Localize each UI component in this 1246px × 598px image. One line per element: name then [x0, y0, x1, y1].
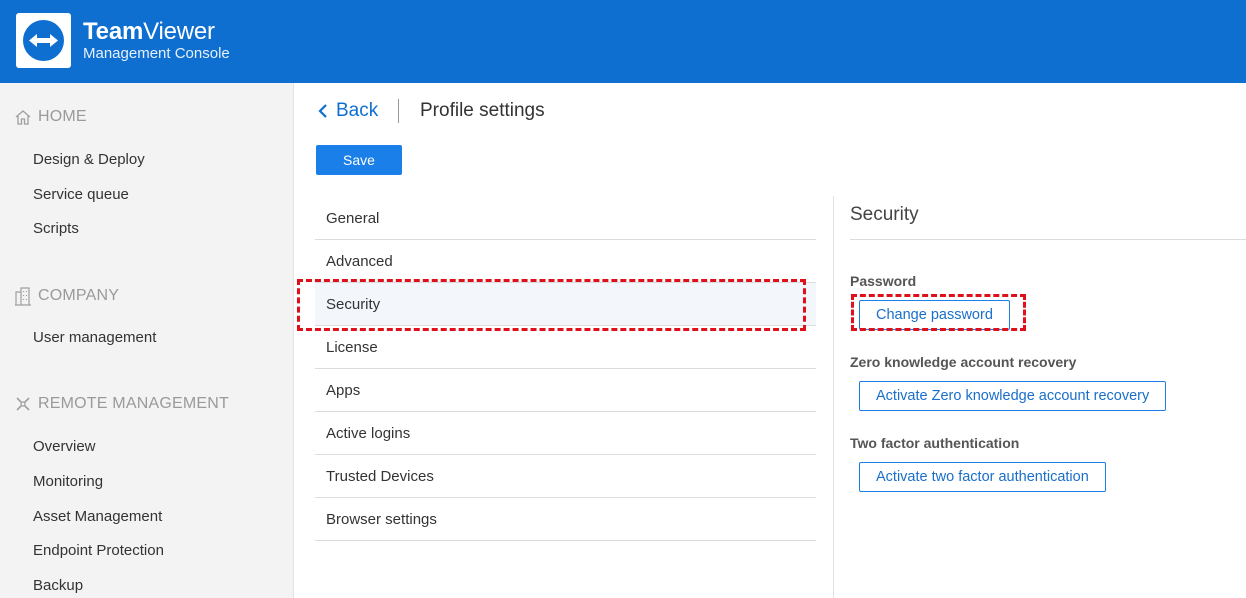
brand-text: TeamViewer Management Console: [83, 18, 230, 62]
brand-name-bold: Team: [83, 18, 144, 45]
change-password-button[interactable]: Change password: [859, 300, 1010, 330]
sidebar-item-backup[interactable]: Backup: [33, 577, 83, 594]
sidebar-section-label: REMOTE MANAGEMENT: [38, 395, 229, 412]
back-label: Back: [336, 100, 379, 121]
sidebar-section-company[interactable]: COMPANY: [14, 286, 119, 306]
page-title: Profile settings: [420, 100, 545, 121]
brand-name-rest: Viewer: [143, 18, 215, 45]
password-label: Password: [850, 273, 917, 289]
security-title-underline: [850, 239, 1246, 240]
zero-knowledge-label: Zero knowledge account recovery: [850, 354, 1077, 370]
teamviewer-logo-icon: [23, 20, 64, 61]
main-content: Back Profile settings Save General Advan…: [294, 83, 1246, 598]
sidebar-item-asset-management[interactable]: Asset Management: [33, 508, 162, 525]
menu-item-security[interactable]: Security: [315, 283, 816, 326]
menu-item-general[interactable]: General: [315, 197, 816, 240]
teamviewer-logo[interactable]: [16, 13, 71, 68]
sidebar-item-service-queue[interactable]: Service queue: [33, 186, 129, 203]
sidebar-item-scripts[interactable]: Scripts: [33, 220, 79, 237]
brand-subtitle: Management Console: [83, 45, 230, 62]
sidebar-item-user-management[interactable]: User management: [33, 329, 156, 346]
building-icon: [15, 287, 31, 306]
menu-item-license[interactable]: License: [315, 326, 816, 369]
menu-item-browser-settings[interactable]: Browser settings: [315, 498, 816, 541]
sidebar-item-design-deploy[interactable]: Design & Deploy: [33, 151, 145, 168]
sidebar-section-home[interactable]: HOME: [14, 108, 87, 126]
sidebar: HOME Design & Deploy Service queue Scrip…: [0, 83, 294, 598]
activate-zero-knowledge-button[interactable]: Activate Zero knowledge account recovery: [859, 381, 1167, 411]
settings-menu: General Advanced Security License Apps A…: [315, 197, 816, 541]
menu-item-apps[interactable]: Apps: [315, 369, 816, 412]
sidebar-section-label: HOME: [38, 108, 87, 125]
sidebar-section-remote-management[interactable]: REMOTE MANAGEMENT: [14, 395, 229, 413]
sidebar-section-label: COMPANY: [38, 287, 120, 304]
activate-two-factor-button[interactable]: Activate two factor authentication: [859, 462, 1106, 492]
top-bar: TeamViewer Management Console: [0, 0, 1246, 83]
menu-item-trusted-devices[interactable]: Trusted Devices: [315, 455, 816, 498]
menu-item-active-logins[interactable]: Active logins: [315, 412, 816, 455]
sidebar-item-endpoint-protection[interactable]: Endpoint Protection: [33, 542, 164, 559]
network-icon: [16, 397, 30, 411]
security-title: Security: [850, 204, 919, 225]
chevron-left-icon: [318, 104, 327, 118]
sidebar-item-overview[interactable]: Overview: [33, 438, 96, 455]
header-divider: [398, 99, 399, 123]
home-icon: [15, 110, 31, 125]
back-link[interactable]: Back: [318, 100, 378, 122]
panel-divider: [833, 196, 834, 598]
save-button[interactable]: Save: [316, 145, 402, 175]
two-factor-label: Two factor authentication: [850, 435, 1020, 451]
menu-item-advanced[interactable]: Advanced: [315, 240, 816, 283]
sidebar-item-monitoring[interactable]: Monitoring: [33, 473, 103, 490]
